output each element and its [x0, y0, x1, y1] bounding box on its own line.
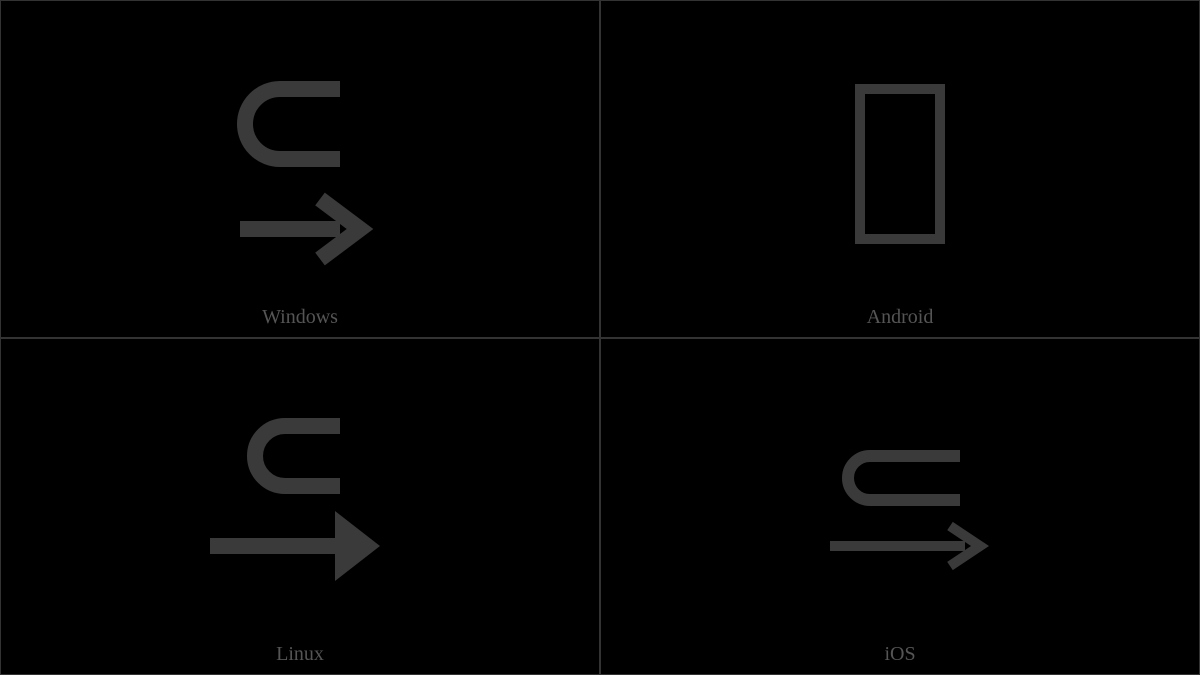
cell-linux: Linux [0, 338, 600, 675]
cell-label: Android [601, 306, 1199, 329]
glyph-windows [1, 1, 599, 337]
glyph-comparison-grid: Windows Android Linux [0, 0, 1200, 675]
cell-ios: iOS [600, 338, 1200, 675]
cell-label: iOS [601, 643, 1199, 666]
cell-label: Windows [1, 306, 599, 329]
glyph-linux [1, 339, 599, 675]
cell-android: Android [600, 0, 1200, 338]
glyph-android [601, 1, 1199, 337]
cell-windows: Windows [0, 0, 600, 338]
cell-label: Linux [1, 643, 599, 666]
glyph-ios [601, 339, 1199, 675]
